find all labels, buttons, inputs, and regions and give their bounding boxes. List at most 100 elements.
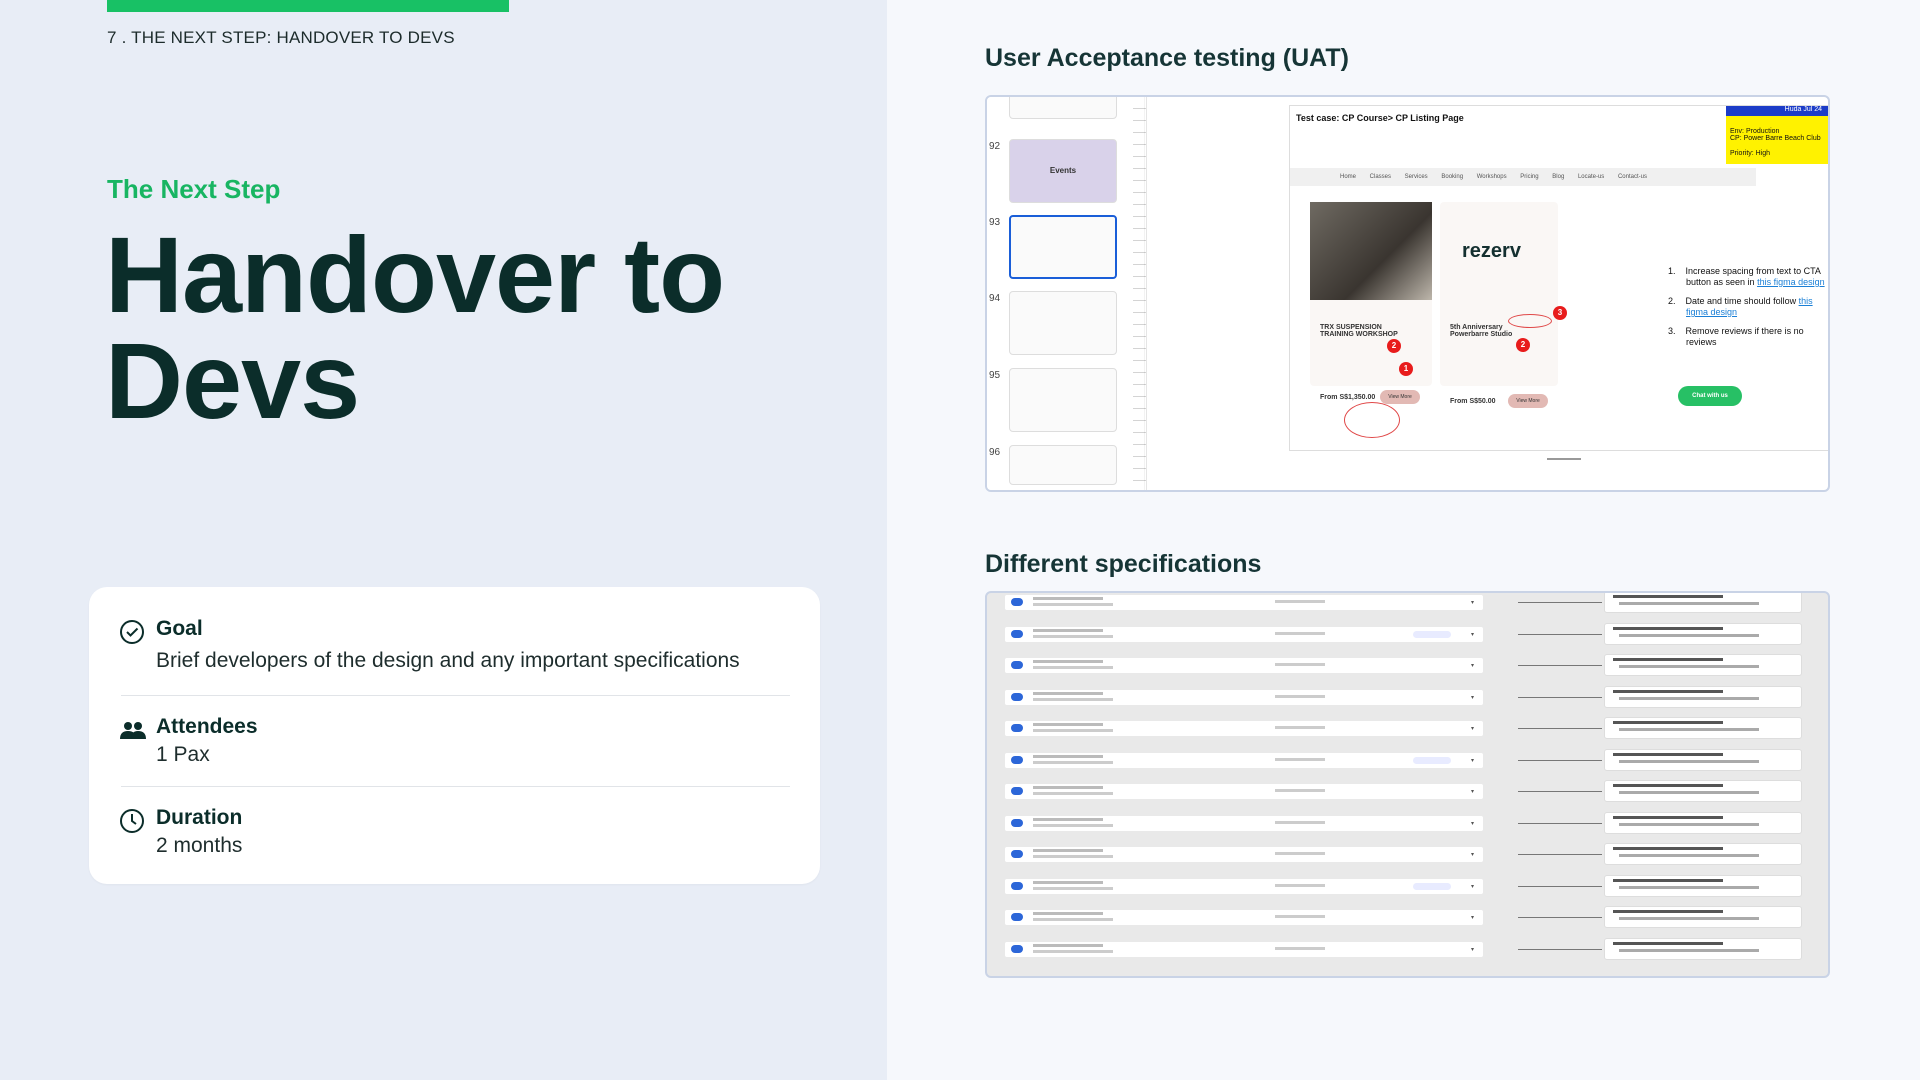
uat-heading: User Acceptance testing (UAT) [985, 44, 1349, 72]
slide-thumb[interactable] [1009, 291, 1117, 355]
spec-note [1604, 654, 1802, 676]
info-card: Goal Brief developers of the design and … [89, 587, 820, 884]
spec-note [1604, 937, 1802, 960]
connector-line [1518, 665, 1602, 666]
badge: 2 [1387, 339, 1401, 353]
slide-thumbnails: 92 Events 93 94 95 96 [987, 97, 1145, 490]
spec-row: ▾ [1005, 784, 1483, 799]
instructions-list: 1. Increase spacing from text to CTA but… [1668, 266, 1828, 356]
slide-number: 95 [989, 370, 1001, 381]
note-head: Huda Jul 24 [1726, 106, 1828, 116]
spec-row: ▾ [1005, 941, 1483, 957]
connector-line [1518, 885, 1602, 887]
connector-line [1518, 728, 1602, 729]
attendees-value: 1 Pax [156, 743, 210, 766]
card1-price: From S$1,350.00 [1320, 394, 1376, 401]
badge: 1 [1399, 362, 1413, 376]
slide-number: 94 [989, 293, 1001, 304]
spec-row: ▾ [1005, 878, 1483, 894]
site-nav: Home Classes Services Booking Workshops … [1290, 168, 1756, 186]
specs-heading: Different specifications [985, 550, 1262, 578]
card1-title: TRX SUSPENSION TRAINING WORKSHOP [1320, 324, 1398, 338]
spec-row: ▾ [1005, 721, 1483, 736]
spec-row: ▾ [1005, 815, 1483, 831]
spec-note [1604, 906, 1802, 928]
connector-line [1518, 948, 1602, 950]
vertical-ruler [1133, 97, 1147, 490]
left-panel: 7 . THE NEXT STEP: HANDOVER TO DEVS The … [0, 0, 887, 1080]
section-number: 7 . [107, 28, 127, 47]
spec-row: ▾ [1005, 626, 1483, 642]
badge: 3 [1553, 306, 1567, 320]
slide-thumb[interactable] [1009, 97, 1117, 119]
people-icon [120, 722, 146, 739]
slide-thumb-selected[interactable] [1009, 215, 1117, 279]
spec-note [1604, 593, 1802, 613]
connector-line [1518, 696, 1602, 698]
kicker: The Next Step [107, 174, 281, 204]
check-circle-icon [120, 620, 144, 644]
annotation-ring [1508, 314, 1552, 328]
slide-thumb-events[interactable]: Events [1009, 139, 1117, 203]
instruction-3: 3. Remove reviews if there is no reviews [1668, 326, 1804, 347]
specs-screenshot: ▾ ▾ ▾ ▾ ▾ ▾ ▾ ▾ ▾ ▾ ▾ ▾ [985, 591, 1830, 978]
connector-line [1518, 822, 1602, 824]
note-cp: CP: Power Barre Beach Club [1730, 135, 1821, 142]
annotation-ring [1344, 402, 1400, 438]
scroll-handle[interactable] [1547, 458, 1581, 460]
spec-row: ▾ [1005, 752, 1483, 768]
instruction-1: 1. Increase spacing from text to CTA but… [1668, 266, 1825, 287]
chat-button[interactable]: Chat with us [1678, 386, 1742, 406]
accent-bar [107, 0, 509, 12]
clock-icon [120, 809, 144, 833]
section-tag: 7 . THE NEXT STEP: HANDOVER TO DEVS [107, 28, 455, 48]
connector-line [1518, 759, 1602, 761]
spec-row: ▾ [1005, 658, 1483, 673]
connector-line [1518, 633, 1602, 635]
slide-number: 93 [989, 217, 1001, 228]
view-more-button[interactable]: View More [1380, 390, 1420, 404]
spec-note [1604, 748, 1802, 771]
divider [121, 695, 790, 696]
test-case-title: Test case: CP Course> CP Listing Page [1296, 113, 1464, 123]
comment-note: Huda Jul 24 Env: Production CP: Power Ba… [1726, 106, 1828, 164]
note-env: Env: Production [1730, 128, 1780, 135]
note-priority: Priority: High [1730, 150, 1771, 157]
spec-note [1604, 843, 1802, 865]
slide-thumb[interactable] [1009, 368, 1117, 432]
slide-number: 92 [989, 141, 1001, 152]
spec-note [1604, 780, 1802, 802]
connector-line [1518, 917, 1602, 918]
spec-row: ▾ [1005, 910, 1483, 925]
instruction-2: 2. Date and time should follow this figm… [1668, 296, 1813, 317]
spec-note [1604, 811, 1802, 834]
spec-note [1604, 622, 1802, 645]
goal-value: Brief developers of the design and any i… [156, 649, 740, 672]
card2-price: From S$50.00 [1450, 398, 1496, 405]
spec-note [1604, 874, 1802, 897]
view-more-button[interactable]: View More [1508, 394, 1548, 408]
duration-value: 2 months [156, 834, 243, 857]
slide-canvas: Test case: CP Course> CP Listing Page Hu… [1289, 105, 1828, 451]
spec-row: ▾ [1005, 595, 1483, 610]
duration-label: Duration [156, 806, 243, 829]
brand-logo: rezerv [1462, 240, 1521, 262]
spec-row: ▾ [1005, 689, 1483, 705]
connector-line [1518, 791, 1602, 792]
figma-link[interactable]: this figma design [1757, 277, 1825, 287]
spec-note [1604, 717, 1802, 739]
section-title: THE NEXT STEP: HANDOVER TO DEVS [131, 28, 455, 47]
spec-note [1604, 685, 1802, 708]
title-line-1: Handover to [105, 214, 725, 335]
slide-thumb[interactable] [1009, 445, 1117, 485]
badge: 2 [1516, 338, 1530, 352]
divider [121, 786, 790, 787]
connector-line [1518, 854, 1602, 855]
page-title: Handover to Devs [105, 214, 865, 441]
title-line-2: Devs [105, 320, 360, 441]
attendees-label: Attendees [156, 715, 258, 738]
course-card-1: TRX SUSPENSION TRAINING WORKSHOP From S$… [1310, 202, 1432, 438]
connector-line [1518, 602, 1602, 603]
slide-number: 96 [989, 447, 1001, 458]
spec-row: ▾ [1005, 847, 1483, 862]
